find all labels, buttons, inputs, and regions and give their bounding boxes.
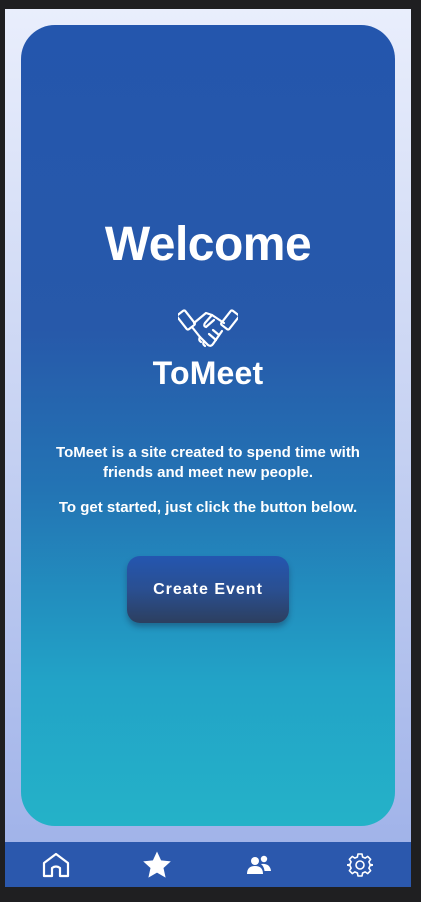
description-text: ToMeet is a site created to spend time w… [56, 444, 360, 481]
handshake-icon [178, 309, 238, 348]
star-icon [143, 851, 172, 878]
nav-home[interactable] [32, 845, 80, 885]
bottom-navbar [5, 842, 411, 887]
welcome-card: Welcome ToMeet ToMeet is a site created … [21, 25, 395, 826]
instruction-text: To get started, just click the button be… [58, 499, 358, 516]
brand-name: ToMeet [152, 355, 264, 391]
gear-icon [347, 852, 374, 877]
app-frame: Welcome ToMeet ToMeet is a site created … [5, 9, 411, 887]
nav-settings[interactable] [336, 845, 384, 885]
home-icon [42, 852, 69, 877]
welcome-title: Welcome [104, 218, 312, 271]
create-event-button[interactable]: Create Event [127, 556, 289, 623]
users-icon [246, 855, 271, 874]
nav-favorites[interactable] [133, 845, 181, 885]
nav-friends[interactable] [235, 845, 283, 885]
